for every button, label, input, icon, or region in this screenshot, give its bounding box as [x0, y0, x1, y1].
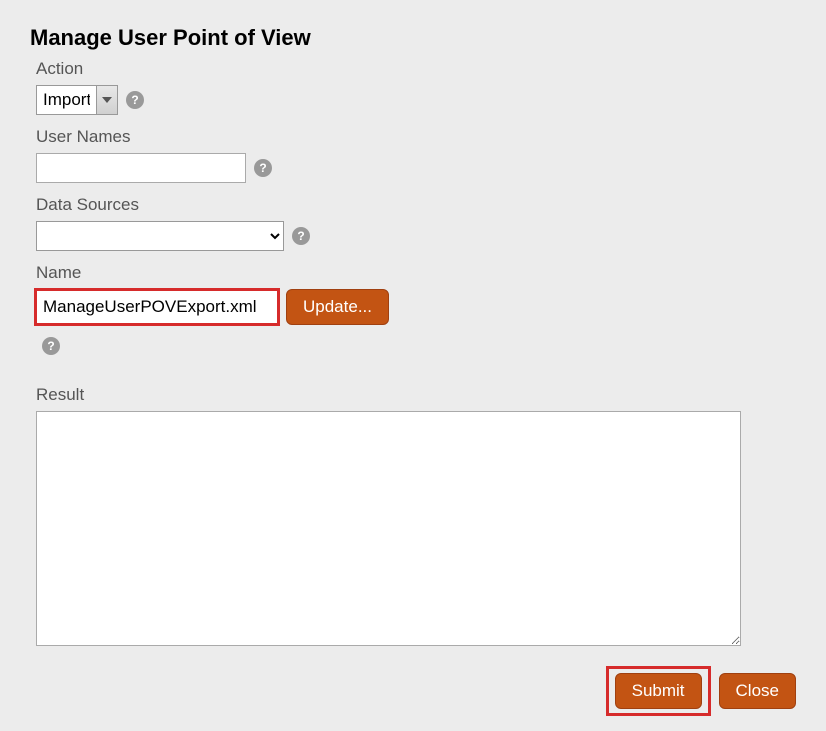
data-sources-label: Data Sources [36, 195, 796, 215]
data-sources-field-group: Data Sources ? [30, 195, 796, 251]
action-label: Action [36, 59, 796, 79]
submit-highlight-box: Submit [606, 666, 711, 716]
user-names-input[interactable] [36, 153, 246, 183]
action-select-input[interactable] [36, 85, 96, 115]
name-label: Name [36, 263, 796, 283]
name-input[interactable] [36, 290, 278, 324]
user-names-label: User Names [36, 127, 796, 147]
result-field-group: Result [30, 385, 796, 651]
help-icon[interactable]: ? [126, 91, 144, 109]
close-button[interactable]: Close [719, 673, 796, 709]
help-icon[interactable]: ? [254, 159, 272, 177]
update-button[interactable]: Update... [286, 289, 389, 325]
chevron-down-icon [102, 97, 112, 103]
action-field-group: Action ? [30, 59, 796, 115]
help-icon[interactable]: ? [42, 337, 60, 355]
dialog-button-bar: Submit Close [606, 666, 796, 716]
action-select[interactable] [36, 85, 118, 115]
data-sources-select[interactable] [36, 221, 284, 251]
result-textarea[interactable] [36, 411, 741, 646]
action-dropdown-button[interactable] [96, 85, 118, 115]
user-names-field-group: User Names ? [30, 127, 796, 183]
name-field-group: Name Update... ? [30, 263, 796, 355]
submit-button[interactable]: Submit [615, 673, 702, 709]
help-icon[interactable]: ? [292, 227, 310, 245]
result-label: Result [36, 385, 796, 405]
dialog-title: Manage User Point of View [30, 25, 796, 51]
